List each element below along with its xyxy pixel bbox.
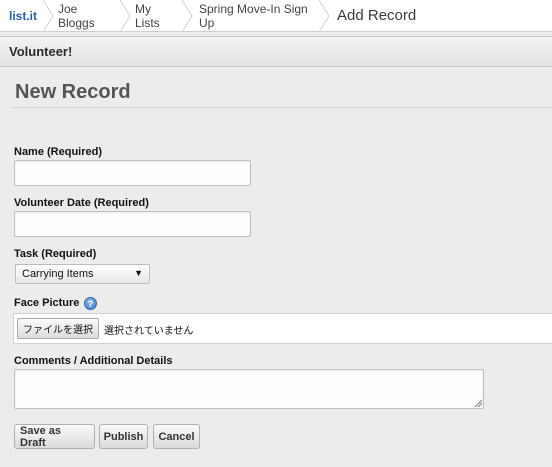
choose-file-button[interactable]: ファイルを選択 [17,318,99,339]
chevron-separator-icon [42,0,54,32]
name-input[interactable] [14,160,251,186]
file-status-text: 選択されていません [104,326,194,337]
comments-textarea[interactable] [14,369,484,409]
divider [12,107,552,108]
chevron-separator-icon [119,0,131,32]
cancel-button[interactable]: Cancel [153,424,200,449]
volunteer-date-label: Volunteer Date (Required) [14,197,149,209]
breadcrumb-lists-link[interactable]: My Lists [126,0,193,32]
breadcrumb-list-link[interactable]: Spring Move-In Sign Up [188,0,330,32]
resize-handle-icon[interactable] [474,399,482,407]
task-select[interactable]: Carrying Items ▼ [15,264,150,284]
name-label: Name (Required) [14,146,103,158]
help-icon[interactable]: ? [84,297,97,310]
task-selected-value: Carrying Items [22,268,94,280]
breadcrumb: list.it Joe Bloggs My Lists Spring Move-… [0,0,552,32]
form-panel: New Record Name (Required) Volunteer Dat… [0,68,552,467]
breadcrumb-current: Add Record [325,0,430,32]
chevron-separator-icon [181,0,193,32]
panel-header: Volunteer! [0,36,552,67]
breadcrumb-user-link[interactable]: Joe Bloggs [49,0,131,32]
face-picture-file-input: ファイルを選択 選択されていません [13,313,552,344]
volunteer-date-input[interactable] [14,211,251,237]
face-picture-label: Face Picture [14,297,80,309]
task-label: Task (Required) [14,248,97,260]
breadcrumb-lists-label: My Lists [135,1,160,30]
publish-button[interactable]: Publish [99,424,148,449]
save-draft-button[interactable]: Save as Draft [14,424,95,449]
comments-label: Comments / Additional Details [14,355,173,367]
page-title: New Record [15,81,131,103]
breadcrumb-list-label: Spring Move-In Sign Up [199,1,308,30]
panel-title: Volunteer! [9,44,73,59]
breadcrumb-home-link[interactable]: list.it [0,0,54,32]
dropdown-arrow-icon: ▼ [134,268,143,278]
chevron-separator-icon [318,0,330,32]
breadcrumb-current-label: Add Record [337,7,417,24]
breadcrumb-user-label: Joe Bloggs [58,1,95,30]
breadcrumb-home-label: list.it [9,8,38,23]
